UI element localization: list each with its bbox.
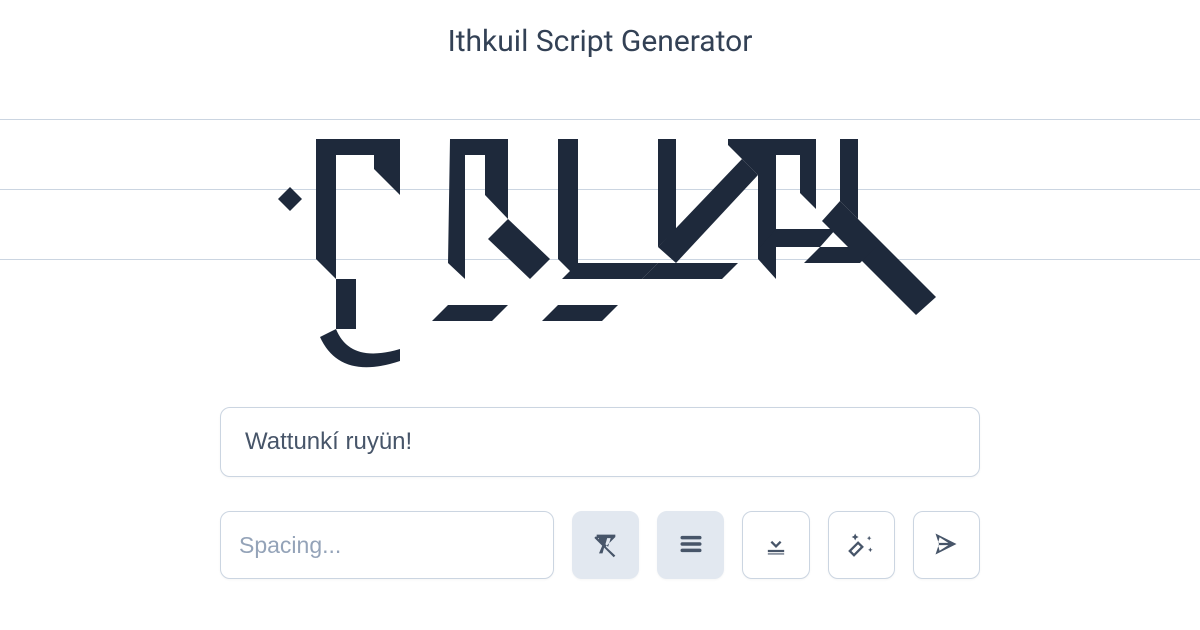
magic-wand-icon bbox=[847, 530, 875, 561]
script-glyphs bbox=[260, 99, 960, 389]
download-icon bbox=[762, 530, 790, 561]
send-button[interactable] bbox=[913, 511, 980, 579]
magic-button[interactable] bbox=[828, 511, 895, 579]
lines-icon bbox=[677, 530, 705, 561]
spacing-input[interactable] bbox=[220, 511, 554, 579]
controls bbox=[220, 407, 980, 579]
remove-format-button[interactable] bbox=[572, 511, 639, 579]
send-icon bbox=[932, 530, 960, 561]
page-title: Ithkuil Script Generator bbox=[0, 0, 1200, 75]
button-row bbox=[220, 511, 980, 579]
lines-toggle-button[interactable] bbox=[657, 511, 724, 579]
remove-format-icon bbox=[592, 530, 620, 561]
script-canvas bbox=[0, 79, 1200, 387]
script-text-input[interactable] bbox=[220, 407, 980, 477]
download-button[interactable] bbox=[742, 511, 809, 579]
